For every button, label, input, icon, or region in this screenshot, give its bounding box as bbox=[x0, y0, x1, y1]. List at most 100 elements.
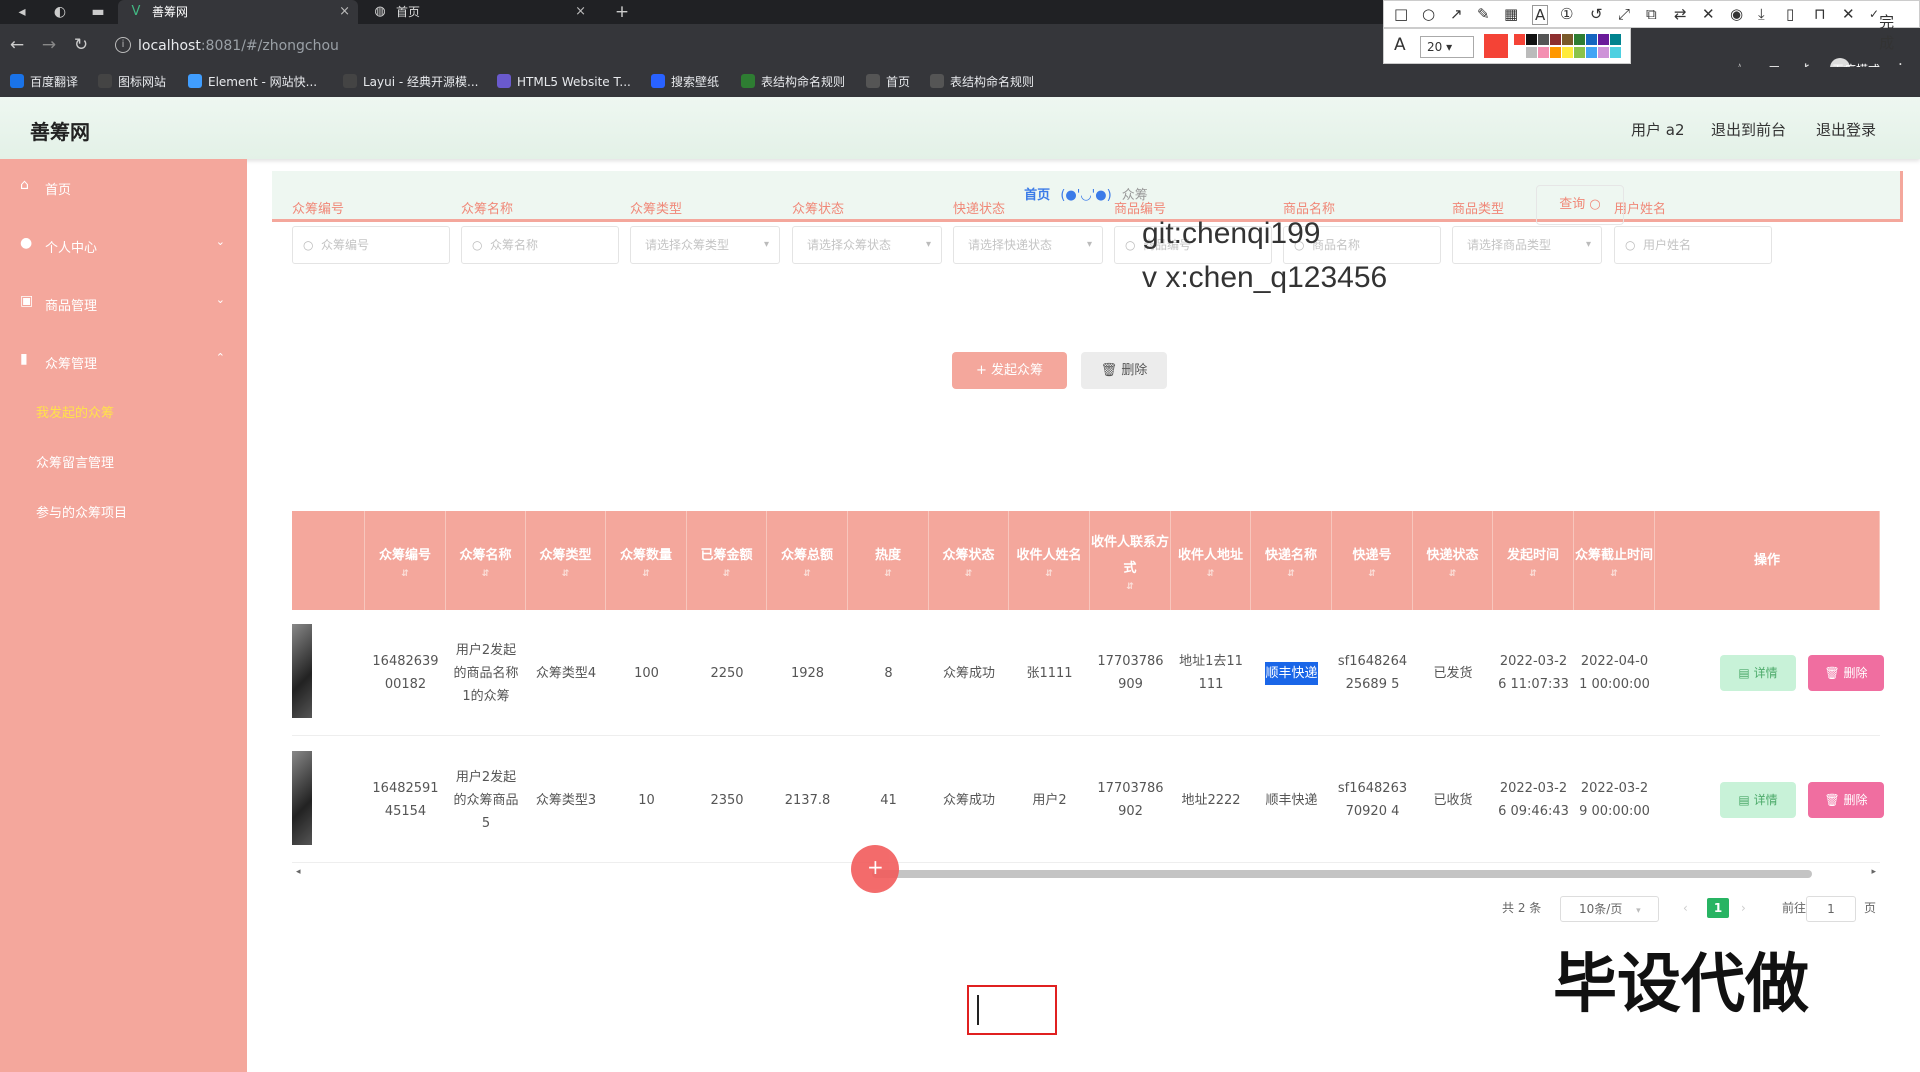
bookmark-item[interactable]: 表结构命名规则 bbox=[741, 67, 845, 97]
filter-input[interactable]: ○ 用户姓名 bbox=[1614, 226, 1772, 264]
color-swatch[interactable] bbox=[1538, 34, 1549, 45]
filter-select[interactable]: 请选择众筹状态 ▾ bbox=[792, 226, 942, 264]
undo-icon[interactable]: ↺ bbox=[1590, 5, 1603, 23]
filter-input[interactable]: ○ 众筹名称 bbox=[461, 226, 619, 264]
column-header[interactable]: 收件人地址 ⇵ bbox=[1171, 511, 1251, 610]
color-swatch[interactable] bbox=[1574, 34, 1585, 45]
save-icon[interactable]: ▯ bbox=[1786, 5, 1794, 23]
info-icon[interactable]: i bbox=[115, 37, 131, 53]
color-swatch[interactable] bbox=[1586, 34, 1597, 45]
done-button[interactable]: ✓ 完成 bbox=[1869, 7, 1894, 52]
logout-link[interactable]: 退出登录 bbox=[1816, 119, 1876, 140]
page-number-current[interactable]: 1 bbox=[1707, 898, 1729, 918]
color-swatch[interactable] bbox=[1514, 34, 1525, 45]
query-button[interactable]: 查询 ○ bbox=[1536, 185, 1624, 225]
sort-icon[interactable]: ⇵ bbox=[642, 569, 650, 579]
column-header[interactable]: 众筹类型 ⇵ bbox=[526, 511, 606, 610]
column-header[interactable]: 快递号 ⇵ bbox=[1332, 511, 1413, 610]
column-header[interactable]: 快递名称 ⇵ bbox=[1251, 511, 1332, 610]
url-input[interactable]: localhost:8081/#/zhongchou bbox=[138, 38, 339, 54]
column-header[interactable]: 众筹状态 ⇵ bbox=[929, 511, 1009, 610]
tab-close-icon[interactable]: × bbox=[575, 0, 586, 24]
crop-icon[interactable]: ⤢ bbox=[1618, 5, 1630, 23]
column-header[interactable]: 众筹编号 ⇵ bbox=[365, 511, 446, 610]
scroll-right-icon[interactable]: ▸ bbox=[1871, 867, 1876, 877]
arrow-tool-icon[interactable]: ↗ bbox=[1450, 5, 1463, 23]
column-header[interactable]: 发起时间 ⇵ bbox=[1493, 511, 1574, 610]
color-swatch[interactable] bbox=[1550, 47, 1561, 58]
reload-icon[interactable]: ↻ bbox=[66, 24, 96, 67]
color-swatch[interactable] bbox=[1598, 34, 1609, 45]
add-crowdfunding-button[interactable]: + 发起众筹 bbox=[952, 352, 1067, 389]
horizontal-scrollbar[interactable]: ◂ ▸ bbox=[292, 867, 1880, 881]
text-tool-icon[interactable]: A bbox=[1532, 5, 1549, 25]
sidebar-item-profile[interactable]: ● 个人中心 ⌄ bbox=[0, 217, 247, 273]
back-icon[interactable]: ← bbox=[2, 24, 32, 67]
sort-icon[interactable]: ⇵ bbox=[401, 569, 409, 579]
column-header[interactable]: 收件人姓名 ⇵ bbox=[1009, 511, 1090, 610]
sort-icon[interactable]: ⇵ bbox=[1207, 569, 1215, 579]
mosaic-tool-icon[interactable]: ▦ bbox=[1504, 5, 1518, 23]
select-all-header[interactable] bbox=[292, 511, 365, 610]
column-header[interactable]: 快递状态 ⇵ bbox=[1413, 511, 1493, 610]
circle-tool-icon[interactable]: ○ bbox=[1422, 5, 1435, 23]
color-swatch[interactable] bbox=[1538, 47, 1549, 58]
scroll-left-icon[interactable]: ◂ bbox=[296, 867, 301, 877]
detail-button[interactable]: ▤ 详情 bbox=[1720, 655, 1796, 691]
tab-shanchou[interactable]: V 善筹网 × bbox=[118, 0, 358, 24]
sort-icon[interactable]: ⇵ bbox=[1529, 569, 1537, 579]
bookmark-item[interactable]: 图标网站 bbox=[98, 67, 166, 97]
download-icon[interactable]: ⤓ bbox=[1758, 5, 1765, 23]
color-swatch[interactable] bbox=[1574, 47, 1585, 58]
filter-select[interactable]: 请选择商品类型 ▾ bbox=[1452, 226, 1602, 264]
forward-icon[interactable]: → bbox=[34, 24, 64, 67]
sort-icon[interactable]: ⇵ bbox=[482, 569, 490, 579]
current-color-swatch[interactable] bbox=[1484, 34, 1508, 58]
ocr-icon[interactable]: ⧉ bbox=[1646, 5, 1657, 23]
bookmark-item[interactable]: Element - 网站快... bbox=[188, 67, 317, 97]
row-delete-button[interactable]: 🗑 删除 bbox=[1808, 782, 1884, 818]
sort-icon[interactable]: ⇵ bbox=[965, 569, 973, 579]
prev-page-icon[interactable]: ‹ bbox=[1683, 896, 1688, 920]
color-swatch[interactable] bbox=[1586, 47, 1597, 58]
column-header[interactable]: 热度 ⇵ bbox=[848, 511, 929, 610]
bookmark-item[interactable]: 首页 bbox=[866, 67, 910, 97]
color-swatch[interactable] bbox=[1526, 47, 1537, 58]
column-header[interactable]: 操作 bbox=[1655, 511, 1880, 610]
font-size-select[interactable]: 20 ▾ bbox=[1420, 36, 1474, 58]
number-tool-icon[interactable]: ① bbox=[1560, 5, 1573, 23]
bookmark-item[interactable]: HTML5 Website T... bbox=[497, 67, 631, 97]
sidebar-item-crowdfunding[interactable]: ▮ 众筹管理 ⌃ bbox=[0, 333, 247, 389]
bookmark-item[interactable]: Layui - 经典开源模... bbox=[343, 67, 478, 97]
page-size-select[interactable]: 10条/页 ▾ bbox=[1560, 896, 1659, 922]
sidebar-item-home[interactable]: ⌂ 首页 bbox=[0, 159, 247, 215]
bookmark-item[interactable]: 百度翻译 bbox=[10, 67, 78, 97]
record-icon[interactable]: ◉ bbox=[1730, 5, 1743, 23]
column-header[interactable]: 众筹名称 ⇵ bbox=[446, 511, 526, 610]
sort-icon[interactable]: ⇵ bbox=[1449, 569, 1457, 579]
detail-button[interactable]: ▤ 详情 bbox=[1720, 782, 1796, 818]
pen-tool-icon[interactable]: ✎ bbox=[1477, 5, 1490, 23]
sort-icon[interactable]: ⇵ bbox=[723, 569, 731, 579]
rect-tool-icon[interactable]: □ bbox=[1394, 5, 1408, 23]
column-header[interactable]: 众筹总额 ⇵ bbox=[767, 511, 848, 610]
sort-icon[interactable]: ⇵ bbox=[1126, 582, 1134, 592]
color-swatch[interactable] bbox=[1562, 34, 1573, 45]
filter-select[interactable]: 请选择众筹类型 ▾ bbox=[630, 226, 780, 264]
color-swatch[interactable] bbox=[1610, 34, 1621, 45]
speaker-icon[interactable]: ◂ bbox=[12, 0, 32, 24]
color-swatch[interactable] bbox=[1550, 34, 1561, 45]
window-icon[interactable]: ▬ bbox=[88, 0, 108, 24]
back-to-front-link[interactable]: 退出到前台 bbox=[1711, 119, 1786, 140]
close-icon[interactable]: ✕ bbox=[1842, 5, 1855, 23]
filter-input[interactable]: ○ 众筹编号 bbox=[292, 226, 450, 264]
column-header[interactable]: 收件人联系方式 ⇵ bbox=[1090, 511, 1171, 610]
batch-delete-button[interactable]: 🗑 删除 bbox=[1081, 352, 1167, 389]
row-delete-button[interactable]: 🗑 删除 bbox=[1808, 655, 1884, 691]
sort-icon[interactable]: ⇵ bbox=[1368, 569, 1376, 579]
color-swatch[interactable] bbox=[1562, 47, 1573, 58]
text-annotation-box[interactable] bbox=[967, 985, 1057, 1035]
scrollbar-thumb[interactable] bbox=[872, 870, 1812, 878]
pin-icon[interactable]: ✕ bbox=[1702, 5, 1715, 23]
sidebar-sub-my-crowdfunding[interactable]: 我发起的众筹 bbox=[36, 402, 114, 421]
